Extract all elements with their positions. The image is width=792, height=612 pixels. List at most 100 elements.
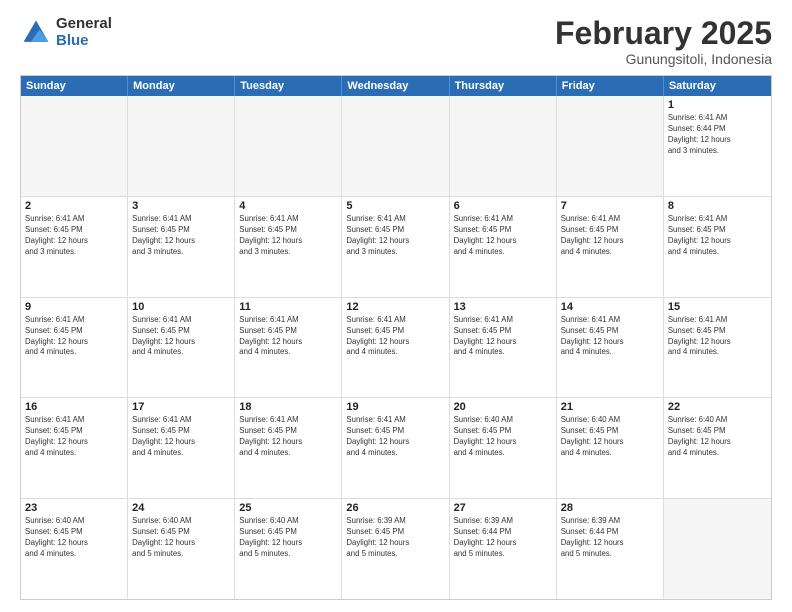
cell-info: Sunrise: 6:41 AM Sunset: 6:45 PM Dayligh…	[25, 214, 123, 258]
logo: General Blue	[20, 16, 112, 49]
day-number: 1	[668, 99, 767, 111]
cell-info: Sunrise: 6:39 AM Sunset: 6:44 PM Dayligh…	[454, 516, 552, 560]
calendar-cell-6: 6 Sunrise: 6:41 AM Sunset: 6:45 PM Daylig…	[450, 197, 557, 297]
day-number: 10	[132, 301, 230, 313]
calendar-cell-25: 25Sunrise: 6:40 AM Sunset: 6:45 PM Dayli…	[235, 499, 342, 599]
logo-text: General Blue	[56, 16, 112, 49]
cell-info: Sunrise: 6:41 AM Sunset: 6:45 PM Dayligh…	[25, 415, 123, 459]
calendar-cell-15: 15 Sunrise: 6:41 AM Sunset: 6:45 PM Dayli…	[664, 298, 771, 398]
day-number: 25	[239, 502, 337, 514]
subtitle: Gunungsitoli, Indonesia	[555, 51, 772, 67]
cell-info: Sunrise: 6:41 AM Sunset: 6:45 PM Dayligh…	[132, 415, 230, 459]
day-number: 11	[239, 301, 337, 313]
calendar-row-3: 9 Sunrise: 6:41 AM Sunset: 6:45 PM Daylig…	[21, 298, 771, 399]
calendar-cell-7: 7 Sunrise: 6:41 AM Sunset: 6:45 PM Daylig…	[557, 197, 664, 297]
calendar-cell-19: 19 Sunrise: 6:41 AM Sunset: 6:45 PM Dayli…	[342, 398, 449, 498]
calendar-cell-17: 17 Sunrise: 6:41 AM Sunset: 6:45 PM Dayli…	[128, 398, 235, 498]
cell-info: Sunrise: 6:41 AM Sunset: 6:45 PM Dayligh…	[668, 214, 767, 258]
calendar-cell-26: 26 Sunrise: 6:39 AM Sunset: 6:45 PM Dayli…	[342, 499, 449, 599]
calendar-cell-21: 21 Sunrise: 6:40 AM Sunset: 6:45 PM Dayli…	[557, 398, 664, 498]
header-day-monday: Monday	[128, 76, 235, 96]
cell-info: Sunrise: 6:41 AM Sunset: 6:45 PM Dayligh…	[668, 315, 767, 359]
calendar-cell-empty	[235, 96, 342, 196]
cell-info: Sunrise: 6:40 AM Sunset: 6:45 PM Dayligh…	[561, 415, 659, 459]
day-number: 15	[668, 301, 767, 313]
cell-info: Sunrise: 6:41 AM Sunset: 6:45 PM Dayligh…	[346, 315, 444, 359]
logo-blue: Blue	[56, 33, 112, 50]
cell-info: Sunrise: 6:41 AM Sunset: 6:45 PM Dayligh…	[561, 214, 659, 258]
day-number: 21	[561, 401, 659, 413]
calendar-cell-empty	[557, 96, 664, 196]
day-number: 2	[25, 200, 123, 212]
day-number: 16	[25, 401, 123, 413]
cell-info: Sunrise: 6:41 AM Sunset: 6:45 PM Dayligh…	[346, 415, 444, 459]
cell-info: Sunrise: 6:41 AM Sunset: 6:45 PM Dayligh…	[132, 214, 230, 258]
day-number: 17	[132, 401, 230, 413]
calendar-cell-13: 13 Sunrise: 6:41 AM Sunset: 6:45 PM Dayli…	[450, 298, 557, 398]
day-number: 6	[454, 200, 552, 212]
calendar-cell-4: 4Sunrise: 6:41 AM Sunset: 6:45 PM Daylig…	[235, 197, 342, 297]
calendar-cell-20: 20 Sunrise: 6:40 AM Sunset: 6:45 PM Dayli…	[450, 398, 557, 498]
day-number: 7	[561, 200, 659, 212]
title-block: February 2025 Gunungsitoli, Indonesia	[555, 16, 772, 67]
calendar-cell-14: 14Sunrise: 6:41 AM Sunset: 6:45 PM Dayli…	[557, 298, 664, 398]
cell-info: Sunrise: 6:41 AM Sunset: 6:45 PM Dayligh…	[239, 415, 337, 459]
day-number: 22	[668, 401, 767, 413]
calendar: SundayMondayTuesdayWednesdayThursdayFrid…	[20, 75, 772, 600]
calendar-row-2: 2 Sunrise: 6:41 AM Sunset: 6:45 PM Daylig…	[21, 197, 771, 298]
calendar-cell-24: 24Sunrise: 6:40 AM Sunset: 6:45 PM Dayli…	[128, 499, 235, 599]
calendar-cell-empty	[450, 96, 557, 196]
cell-info: Sunrise: 6:40 AM Sunset: 6:45 PM Dayligh…	[25, 516, 123, 560]
cell-info: Sunrise: 6:41 AM Sunset: 6:45 PM Dayligh…	[132, 315, 230, 359]
cell-info: Sunrise: 6:40 AM Sunset: 6:45 PM Dayligh…	[454, 415, 552, 459]
header-day-sunday: Sunday	[21, 76, 128, 96]
header-day-wednesday: Wednesday	[342, 76, 449, 96]
calendar-cell-12: 12Sunrise: 6:41 AM Sunset: 6:45 PM Dayli…	[342, 298, 449, 398]
calendar-cell-28: 28 Sunrise: 6:39 AM Sunset: 6:44 PM Dayli…	[557, 499, 664, 599]
calendar-cell-empty	[21, 96, 128, 196]
cell-info: Sunrise: 6:39 AM Sunset: 6:45 PM Dayligh…	[346, 516, 444, 560]
calendar-cell-empty	[128, 96, 235, 196]
header: General Blue February 2025 Gunungsitoli,…	[20, 16, 772, 67]
cell-info: Sunrise: 6:40 AM Sunset: 6:45 PM Dayligh…	[132, 516, 230, 560]
header-day-tuesday: Tuesday	[235, 76, 342, 96]
page: General Blue February 2025 Gunungsitoli,…	[0, 0, 792, 612]
cell-info: Sunrise: 6:41 AM Sunset: 6:45 PM Dayligh…	[561, 315, 659, 359]
day-number: 8	[668, 200, 767, 212]
cell-info: Sunrise: 6:41 AM Sunset: 6:45 PM Dayligh…	[454, 214, 552, 258]
day-number: 27	[454, 502, 552, 514]
cell-info: Sunrise: 6:41 AM Sunset: 6:45 PM Dayligh…	[239, 214, 337, 258]
calendar-header: SundayMondayTuesdayWednesdayThursdayFrid…	[21, 76, 771, 96]
calendar-cell-16: 16 Sunrise: 6:41 AM Sunset: 6:45 PM Dayli…	[21, 398, 128, 498]
day-number: 26	[346, 502, 444, 514]
calendar-row-4: 16 Sunrise: 6:41 AM Sunset: 6:45 PM Dayli…	[21, 398, 771, 499]
calendar-cell-27: 27 Sunrise: 6:39 AM Sunset: 6:44 PM Dayli…	[450, 499, 557, 599]
day-number: 23	[25, 502, 123, 514]
day-number: 13	[454, 301, 552, 313]
day-number: 18	[239, 401, 337, 413]
cell-info: Sunrise: 6:41 AM Sunset: 6:45 PM Dayligh…	[346, 214, 444, 258]
calendar-cell-3: 3Sunrise: 6:41 AM Sunset: 6:45 PM Daylig…	[128, 197, 235, 297]
logo-general: General	[56, 16, 112, 33]
day-number: 9	[25, 301, 123, 313]
calendar-cell-empty	[342, 96, 449, 196]
calendar-row-1: 1Sunrise: 6:41 AM Sunset: 6:44 PM Daylig…	[21, 96, 771, 197]
day-number: 20	[454, 401, 552, 413]
calendar-cell-1: 1Sunrise: 6:41 AM Sunset: 6:44 PM Daylig…	[664, 96, 771, 196]
month-title: February 2025	[555, 16, 772, 51]
cell-info: Sunrise: 6:40 AM Sunset: 6:45 PM Dayligh…	[668, 415, 767, 459]
day-number: 19	[346, 401, 444, 413]
calendar-cell-22: 22 Sunrise: 6:40 AM Sunset: 6:45 PM Dayli…	[664, 398, 771, 498]
logo-icon	[20, 17, 52, 49]
header-day-thursday: Thursday	[450, 76, 557, 96]
cell-info: Sunrise: 6:39 AM Sunset: 6:44 PM Dayligh…	[561, 516, 659, 560]
calendar-cell-8: 8 Sunrise: 6:41 AM Sunset: 6:45 PM Daylig…	[664, 197, 771, 297]
calendar-cell-10: 10 Sunrise: 6:41 AM Sunset: 6:45 PM Dayli…	[128, 298, 235, 398]
cell-info: Sunrise: 6:41 AM Sunset: 6:45 PM Dayligh…	[454, 315, 552, 359]
cell-info: Sunrise: 6:41 AM Sunset: 6:45 PM Dayligh…	[239, 315, 337, 359]
header-day-saturday: Saturday	[664, 76, 771, 96]
cell-info: Sunrise: 6:41 AM Sunset: 6:45 PM Dayligh…	[25, 315, 123, 359]
day-number: 28	[561, 502, 659, 514]
calendar-cell-11: 11 Sunrise: 6:41 AM Sunset: 6:45 PM Dayli…	[235, 298, 342, 398]
calendar-cell-9: 9 Sunrise: 6:41 AM Sunset: 6:45 PM Daylig…	[21, 298, 128, 398]
